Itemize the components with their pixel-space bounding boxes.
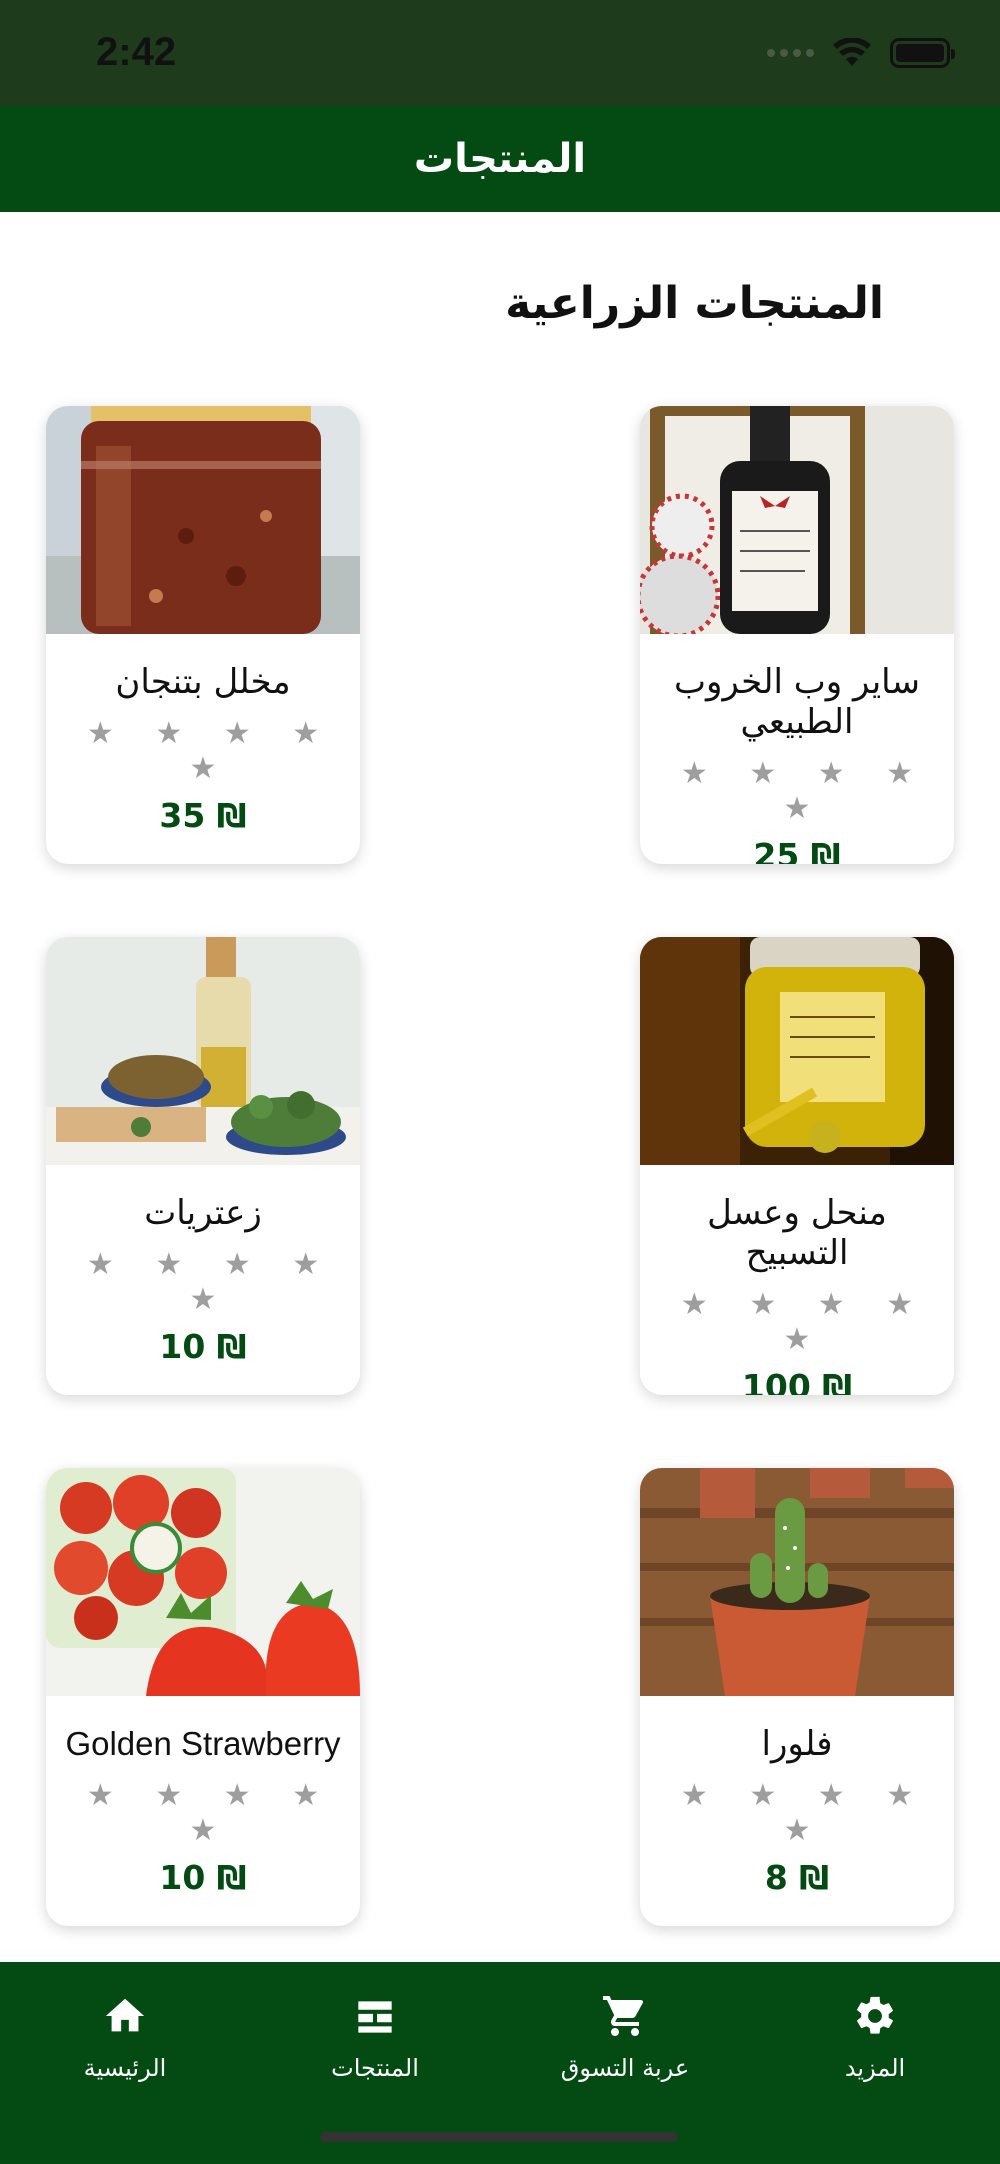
rating-stars: ★ ★ ★ ★ ★ bbox=[680, 1287, 930, 1357]
rating-stars: ★ ★ ★ ★ ★ bbox=[86, 1247, 336, 1317]
rating-stars: ★ ★ ★ ★ ★ bbox=[680, 756, 930, 826]
product-price: 35 ₪ bbox=[159, 796, 247, 835]
product-price: 100 ₪ bbox=[741, 1367, 853, 1395]
product-card[interactable]: زعتريات ★ ★ ★ ★ ★ 10 ₪ bbox=[46, 937, 360, 1395]
signal-icon bbox=[767, 49, 814, 57]
page-title: المنتجات bbox=[413, 136, 587, 182]
product-image bbox=[46, 1468, 360, 1696]
products-grid-icon bbox=[358, 2001, 392, 2033]
product-image bbox=[640, 1468, 954, 1696]
product-card[interactable]: Golden Strawberry ★ ★ ★ ★ ★ 10 ₪ bbox=[46, 1468, 360, 1926]
wifi-icon bbox=[833, 38, 871, 66]
gear-icon bbox=[857, 1996, 893, 2034]
product-name: فلورا bbox=[761, 1724, 833, 1764]
product-price: 10 ₪ bbox=[159, 1858, 247, 1897]
product-name: ساير وب الخروب الطبيعي bbox=[673, 662, 921, 742]
battery-icon bbox=[890, 38, 955, 68]
rating-stars: ★ ★ ★ ★ ★ bbox=[86, 716, 336, 786]
status-bar: 2:42 bbox=[0, 0, 1000, 106]
product-name: منحل وعسل التسبيح bbox=[707, 1193, 887, 1273]
product-price: 10 ₪ bbox=[159, 1327, 247, 1366]
app-header: المنتجات bbox=[0, 106, 1000, 212]
nav-label: المنتجات bbox=[331, 2054, 419, 2082]
product-price: 8 ₪ bbox=[764, 1858, 830, 1897]
nav-item-home[interactable]: الرئيسية bbox=[25, 1986, 225, 2082]
product-name: مخلل بتنجان bbox=[115, 662, 291, 702]
product-card[interactable]: منحل وعسل التسبيح ★ ★ ★ ★ ★ 100 ₪ bbox=[640, 937, 954, 1395]
product-price: 25 ₪ bbox=[753, 836, 841, 864]
rating-stars: ★ ★ ★ ★ ★ bbox=[680, 1778, 930, 1848]
product-image bbox=[46, 937, 360, 1165]
nav-label: الرئيسية bbox=[83, 2054, 167, 2082]
status-time: 2:42 bbox=[96, 30, 177, 74]
nav-item-cart[interactable]: عربة التسوق bbox=[525, 1986, 725, 2082]
nav-item-products[interactable]: المنتجات bbox=[275, 1986, 475, 2082]
nav-label: عربة التسوق bbox=[560, 2054, 690, 2082]
product-card[interactable]: فلورا ★ ★ ★ ★ ★ 8 ₪ bbox=[640, 1468, 954, 1926]
product-name: Golden Strawberry bbox=[65, 1725, 341, 1762]
product-name: زعتريات bbox=[144, 1193, 262, 1233]
product-image bbox=[46, 406, 360, 634]
rating-stars: ★ ★ ★ ★ ★ bbox=[86, 1778, 336, 1848]
section-title: المنتجات الزراعية bbox=[505, 278, 884, 329]
home-indicator bbox=[320, 2132, 678, 2142]
product-card[interactable]: مخلل بتنجان ★ ★ ★ ★ ★ 35 ₪ bbox=[46, 406, 360, 864]
cart-icon bbox=[603, 1996, 644, 2036]
product-image bbox=[640, 406, 954, 634]
home-icon bbox=[105, 1998, 145, 2032]
product-image bbox=[640, 937, 954, 1165]
nav-item-more[interactable]: المزيد bbox=[775, 1986, 975, 2082]
product-card[interactable]: ساير وب الخروب الطبيعي ★ ★ ★ ★ ★ 25 ₪ bbox=[640, 406, 954, 864]
nav-label: المزيد bbox=[844, 2054, 906, 2082]
status-icons bbox=[767, 38, 955, 68]
